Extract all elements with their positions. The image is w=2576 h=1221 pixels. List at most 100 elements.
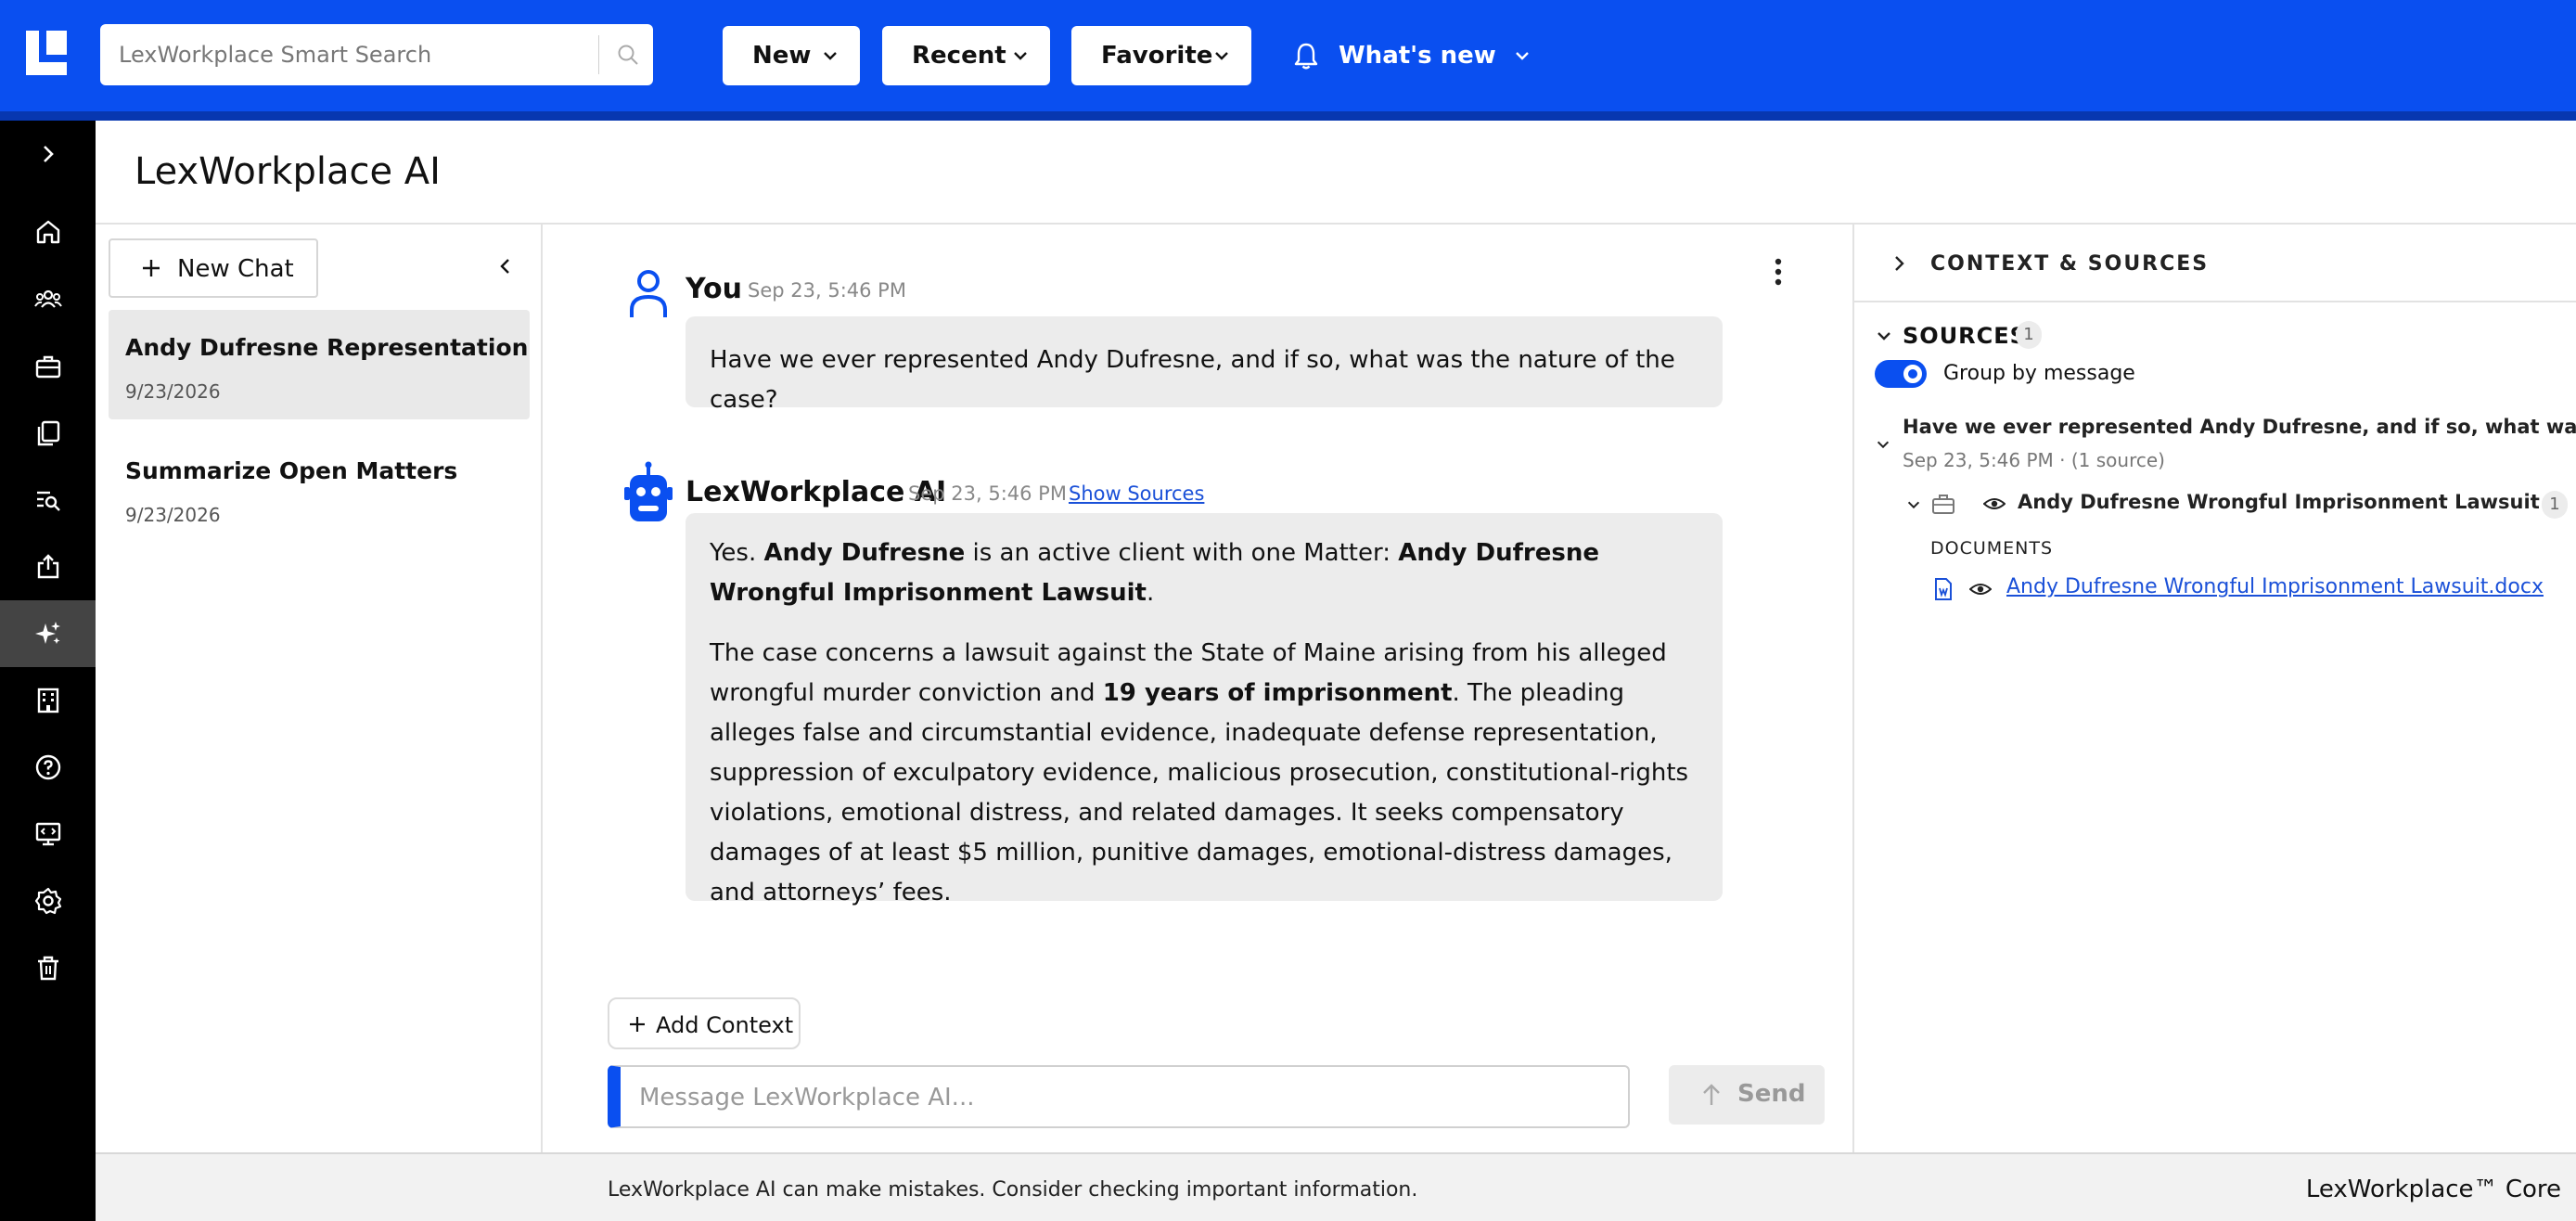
- ai-answer-paragraph: The case concerns a lawsuit against the …: [710, 634, 1698, 913]
- matter-source-count-badge: 1: [2542, 491, 2568, 519]
- nav-firm[interactable]: [0, 667, 96, 734]
- client-name: Andy Dufresne: [763, 539, 966, 567]
- nav-trash[interactable]: [0, 934, 96, 1001]
- page-title: LexWorkplace AI: [135, 150, 441, 193]
- add-context-button[interactable]: Add Context: [608, 997, 801, 1049]
- chevron-down-icon: [1878, 332, 1890, 341]
- bell-icon: [1294, 43, 1318, 70]
- product-brand: LexWorkplace™ Core: [2305, 1176, 2561, 1203]
- nav-matters[interactable]: [0, 333, 96, 400]
- plus-icon: [143, 260, 160, 276]
- gear-icon: [34, 887, 61, 915]
- chat-list-panel: New Chat Andy Dufresne Representation 9/…: [96, 225, 543, 1152]
- help-icon: [35, 754, 60, 780]
- ai-text: Yes.: [710, 539, 764, 567]
- chevron-down-icon: [1515, 52, 1529, 60]
- trash-icon: [37, 956, 58, 981]
- ai-answer-paragraph: Yes. Andy Dufresne is an active client w…: [710, 513, 1698, 613]
- nav-settings[interactable]: [0, 868, 96, 934]
- user-message-bubble: Have we ever represented Andy Dufresne, …: [686, 316, 1723, 414]
- ai-message-time: Sep 23, 5:46 PM: [908, 482, 1067, 505]
- word-document-icon: [1935, 578, 1952, 600]
- more-options-icon[interactable]: [1773, 258, 1784, 286]
- add-context-label: Add Context: [656, 1012, 794, 1038]
- chevron-down-icon[interactable]: [1875, 436, 1891, 453]
- smart-search[interactable]: [100, 24, 653, 85]
- share-icon: [37, 554, 58, 579]
- message-composer[interactable]: [608, 1065, 1630, 1128]
- send-label: Send: [1737, 1080, 1806, 1108]
- search-input[interactable]: [119, 37, 583, 72]
- ai-text: . The pleading alleges false and circums…: [710, 679, 1689, 906]
- chevron-down-icon: [824, 52, 837, 60]
- chevron-right-icon: [1895, 256, 1904, 271]
- ai-sparkle-icon: [34, 622, 60, 644]
- chevron-down-icon: [1215, 52, 1228, 60]
- ai-bot-icon: [624, 461, 673, 521]
- new-button-label: New: [752, 42, 812, 70]
- context-header[interactable]: CONTEXT & SOURCES: [1854, 225, 2576, 302]
- new-button[interactable]: New: [723, 26, 860, 85]
- nav-share[interactable]: [0, 533, 96, 600]
- favorite-button[interactable]: Favorite: [1071, 26, 1251, 85]
- arrow-up-icon: [1703, 1084, 1720, 1105]
- ai-text: is an active client with one Matter:: [965, 539, 1399, 567]
- context-header-label: CONTEXT & SOURCES: [1930, 252, 2210, 276]
- chevron-right-icon: [43, 146, 54, 162]
- search-list-icon: [36, 491, 60, 511]
- send-button[interactable]: Send: [1669, 1065, 1825, 1125]
- user-message-time: Sep 23, 5:46 PM: [748, 279, 906, 302]
- sources-label: SOURCES: [1903, 323, 2027, 349]
- eye-icon[interactable]: [1969, 581, 1992, 598]
- chat-list-item[interactable]: Andy Dufresne Representation 9/23/2026: [109, 310, 530, 419]
- eye-icon[interactable]: [1983, 495, 2006, 512]
- chevron-down-icon[interactable]: [1905, 496, 1922, 513]
- recent-button[interactable]: Recent: [882, 26, 1050, 85]
- context-sources-panel: CONTEXT & SOURCES SOURCES 1 Group by mes…: [1852, 225, 2576, 1152]
- conversation-panel: You Sep 23, 5:46 PM Have we ever represe…: [543, 225, 1852, 1152]
- whats-new-button[interactable]: What's new: [1292, 26, 1532, 85]
- collapse-panel-icon[interactable]: [494, 255, 517, 277]
- nav-admin[interactable]: [0, 801, 96, 868]
- documents-label: DOCUMENTS: [1930, 538, 2054, 559]
- nav-ai[interactable]: [0, 600, 96, 667]
- chat-title: Summarize Open Matters: [125, 457, 458, 484]
- source-matter-name[interactable]: Andy Dufresne Wrongful Imprisonment Laws…: [2018, 491, 2540, 513]
- footer-bar: LexWorkplace AI can make mistakes. Consi…: [96, 1152, 2576, 1221]
- chevron-down-icon: [1014, 52, 1027, 60]
- building-icon: [37, 688, 58, 713]
- new-chat-button[interactable]: New Chat: [109, 238, 318, 298]
- search-divider: [598, 35, 599, 74]
- nav-documents[interactable]: [0, 400, 96, 467]
- ai-message-bubble: Yes. Andy Dufresne is an active client w…: [686, 513, 1723, 906]
- whats-new-label: What's new: [1339, 42, 1496, 70]
- top-bar: New Recent Favorite What's new: [0, 0, 2576, 121]
- user-sender-name: You: [686, 273, 742, 305]
- user-avatar-icon: [630, 270, 667, 317]
- chat-date: 9/23/2026: [125, 504, 221, 526]
- nav-home[interactable]: [0, 199, 96, 265]
- source-message-meta: Sep 23, 5:46 PM · (1 source): [1903, 449, 2165, 471]
- documents-icon: [37, 420, 59, 446]
- source-message-title: Have we ever represented Andy Dufresne, …: [1903, 416, 2576, 438]
- app-logo[interactable]: [26, 31, 67, 75]
- search-icon[interactable]: [616, 43, 640, 67]
- expand-nav-button[interactable]: [0, 121, 96, 187]
- group-by-message-toggle[interactable]: [1875, 360, 1927, 388]
- ai-disclaimer: LexWorkplace AI can make mistakes. Consi…: [608, 1178, 1418, 1202]
- sources-count-badge: 1: [2016, 321, 2042, 349]
- message-input[interactable]: [639, 1080, 1604, 1115]
- show-sources-link[interactable]: Show Sources: [1069, 482, 1204, 505]
- nav-clients[interactable]: [0, 266, 96, 333]
- favorite-button-label: Favorite: [1101, 42, 1213, 70]
- new-chat-label: New Chat: [177, 255, 294, 283]
- nav-help[interactable]: [0, 734, 96, 801]
- plus-icon: [630, 1017, 645, 1032]
- source-document-link[interactable]: Andy Dufresne Wrongful Imprisonment Laws…: [2006, 575, 2544, 598]
- chat-list-item[interactable]: Summarize Open Matters 9/23/2026: [109, 433, 530, 543]
- left-nav-rail: [0, 121, 96, 1221]
- nav-search[interactable]: [0, 467, 96, 533]
- matters-icon: [35, 355, 60, 379]
- group-by-message-label: Group by message: [1943, 362, 2135, 385]
- matter-briefcase-icon: [1932, 495, 1954, 514]
